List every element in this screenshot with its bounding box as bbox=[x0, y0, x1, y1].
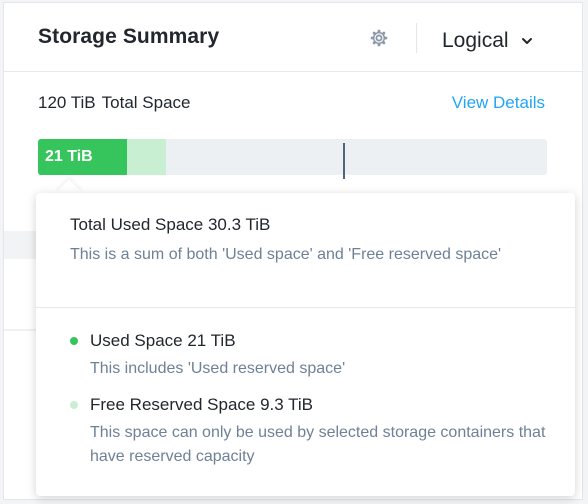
used-space-segment[interactable]: 21 TiB bbox=[38, 139, 127, 175]
tooltip-divider bbox=[36, 307, 575, 308]
free-reserved-space-heading: Free Reserved Space 9.3 TiB bbox=[90, 395, 314, 414]
header-divider bbox=[416, 23, 417, 53]
view-details-link[interactable]: View Details bbox=[452, 93, 545, 113]
used-space-description: This includes 'Used reserved space' bbox=[90, 360, 346, 377]
view-mode-dropdown[interactable]: Logical bbox=[442, 27, 533, 55]
total-used-description: This is a sum of both 'Used space' and '… bbox=[70, 246, 502, 263]
background-row bbox=[4, 231, 40, 259]
view-mode-value: Logical bbox=[442, 29, 509, 52]
used-space-bar-label: 21 TiB bbox=[45, 148, 93, 165]
free-reserved-space-description: This space can only be used by selected … bbox=[90, 424, 546, 465]
total-space-value: 120 TiB bbox=[38, 93, 96, 112]
total-space: 120 TiB Total Space bbox=[38, 93, 191, 113]
breakdown-section: Used Space 21 TiB This includes 'Used re… bbox=[70, 329, 560, 469]
storage-usage-bar[interactable]: 21 TiB bbox=[38, 139, 547, 175]
used-space-heading: Used Space 21 TiB bbox=[90, 331, 236, 350]
reserved-space-segment[interactable] bbox=[127, 139, 166, 175]
free-reserved-space-dot bbox=[70, 401, 78, 409]
widget-title: Storage Summary bbox=[38, 25, 220, 48]
background-divider bbox=[4, 329, 40, 331]
used-space-dot bbox=[70, 337, 78, 345]
total-space-label: Total Space bbox=[101, 93, 191, 112]
threshold-marker bbox=[343, 143, 345, 179]
gear-icon[interactable] bbox=[368, 27, 390, 49]
widget-header: Storage Summary Logical bbox=[4, 3, 582, 72]
total-used-section: Total Used Space 30.3 TiB This is a sum … bbox=[70, 213, 560, 267]
total-used-heading: Total Used Space 30.3 TiB bbox=[70, 215, 271, 234]
used-space-item: Used Space 21 TiB This includes 'Used re… bbox=[70, 329, 560, 381]
chevron-down-icon bbox=[521, 38, 532, 44]
usage-tooltip: Total Used Space 30.3 TiB This is a sum … bbox=[36, 193, 575, 496]
free-reserved-space-item: Free Reserved Space 9.3 TiB This space c… bbox=[70, 393, 560, 469]
